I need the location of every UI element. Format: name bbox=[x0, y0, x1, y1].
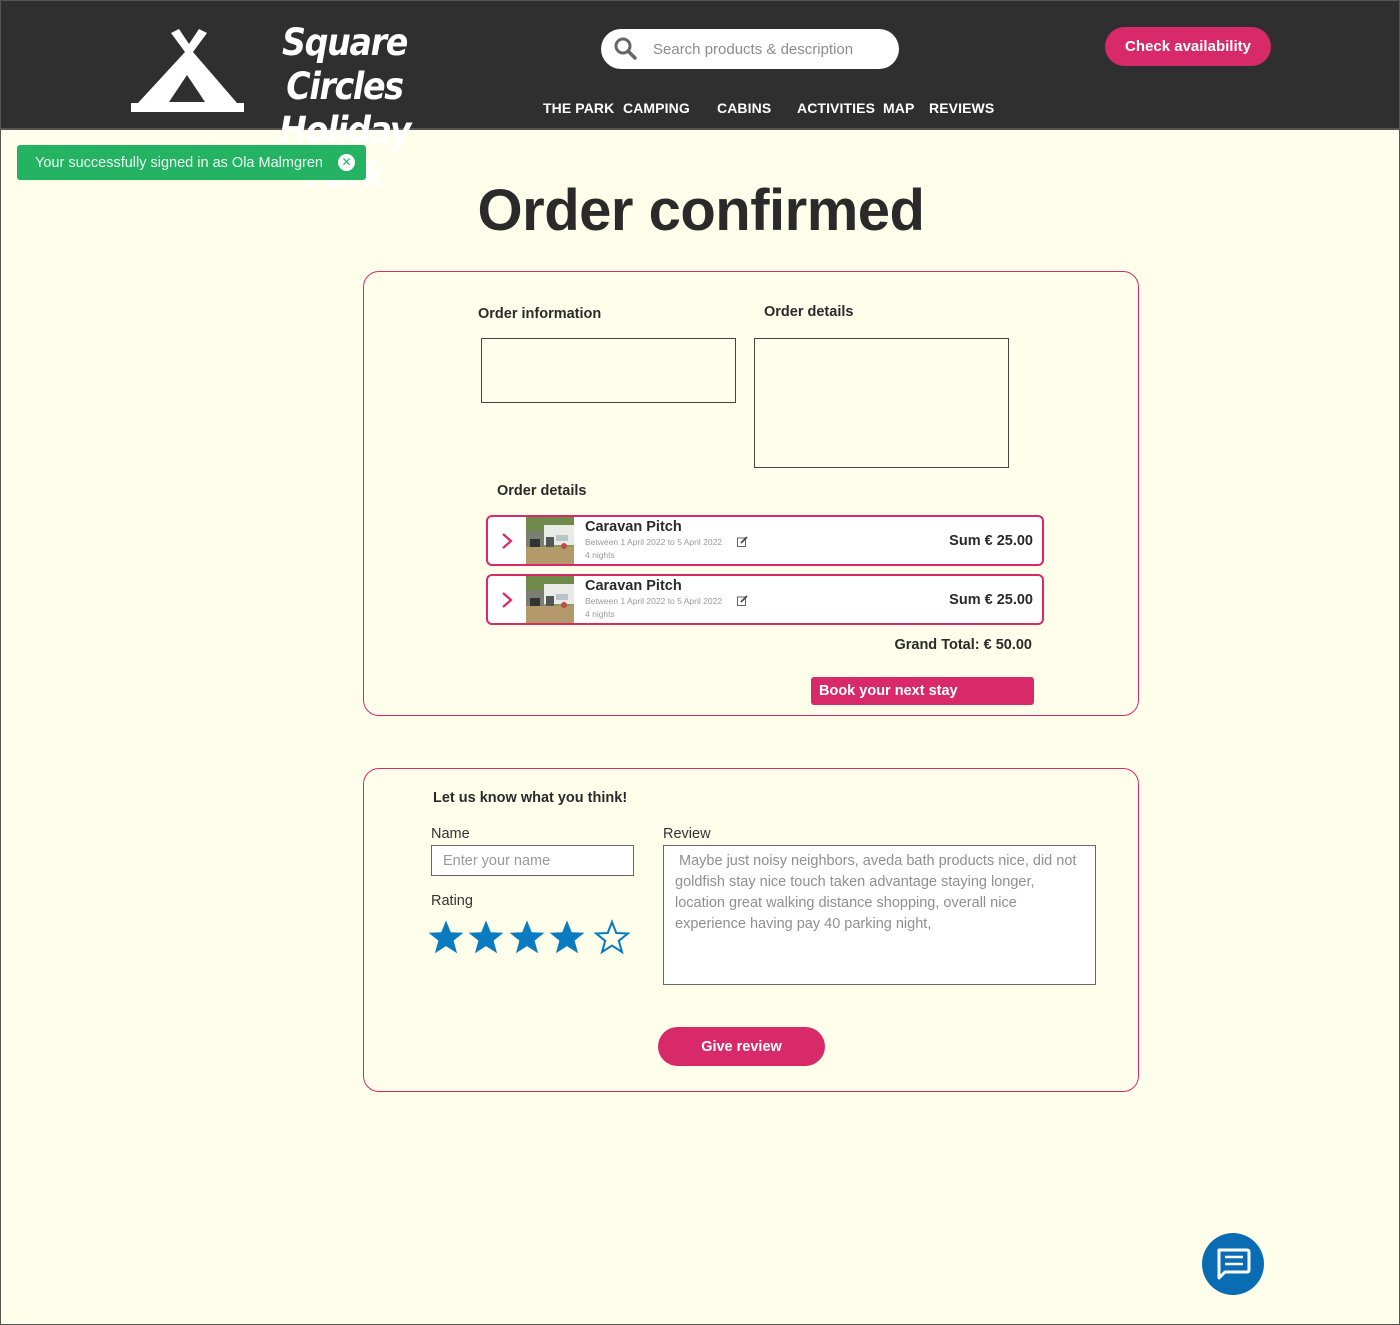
star-empty-icon[interactable] bbox=[593, 918, 631, 956]
grand-total: Grand Total: € 50.00 bbox=[894, 637, 1032, 653]
order-details-box bbox=[754, 338, 1009, 468]
nav-reviews[interactable]: REVIEWS bbox=[929, 100, 994, 116]
logo-line1: Square Circles bbox=[282, 21, 408, 108]
rating-label: Rating bbox=[431, 893, 473, 909]
star-filled-icon[interactable] bbox=[467, 918, 505, 956]
order-details-label: Order details bbox=[764, 304, 854, 320]
chat-bubble-icon bbox=[1217, 1248, 1251, 1280]
nav-camping[interactable]: CAMPING bbox=[623, 100, 690, 116]
main-nav: THE PARK CAMPING CABINS ACTIVITIES MAP R… bbox=[1, 100, 1399, 120]
page-title: Order confirmed bbox=[477, 178, 925, 243]
order-information-box bbox=[481, 338, 736, 403]
name-input[interactable] bbox=[431, 845, 634, 876]
search-icon bbox=[614, 37, 637, 60]
give-review-button[interactable]: Give review bbox=[658, 1027, 825, 1066]
chat-button[interactable] bbox=[1202, 1233, 1264, 1295]
nav-cabins[interactable]: CABINS bbox=[717, 100, 771, 116]
caravan-thumbnail bbox=[526, 576, 574, 623]
search-bar[interactable] bbox=[601, 29, 899, 69]
star-filled-icon[interactable] bbox=[427, 918, 465, 956]
item-nights: 4 nights bbox=[585, 550, 615, 560]
order-card: Order information Order details Order de… bbox=[363, 271, 1139, 716]
caravan-thumbnail bbox=[526, 517, 574, 564]
order-item[interactable]: Caravan Pitch Between 1 April 2022 to 5 … bbox=[486, 515, 1044, 566]
order-information-label: Order information bbox=[478, 306, 602, 322]
review-textarea[interactable]: Maybe just noisy neighbors, aveda bath p… bbox=[663, 845, 1096, 985]
edit-icon[interactable] bbox=[737, 536, 748, 547]
chevron-right-icon[interactable] bbox=[500, 531, 514, 551]
nav-map[interactable]: MAP bbox=[883, 100, 914, 116]
item-dates: Between 1 April 2022 to 5 April 2022 bbox=[585, 596, 723, 606]
check-availability-button[interactable]: Check availability bbox=[1105, 27, 1271, 66]
toast-message: Your successfully signed in as Ola Malmg… bbox=[35, 154, 323, 171]
book-next-stay-button[interactable]: Book your next stay bbox=[811, 677, 1034, 705]
star-filled-icon[interactable] bbox=[508, 918, 546, 956]
nav-activities[interactable]: ACTIVITIES bbox=[797, 100, 875, 116]
item-name: Caravan Pitch bbox=[585, 578, 682, 594]
order-item[interactable]: Caravan Pitch Between 1 April 2022 to 5 … bbox=[486, 574, 1044, 625]
site-header: Square Circles Holiday Park Check availa… bbox=[1, 1, 1399, 196]
review-heading: Let us know what you think! bbox=[433, 790, 628, 806]
item-nights: 4 nights bbox=[585, 609, 615, 619]
edit-icon[interactable] bbox=[737, 595, 748, 606]
success-toast: Your successfully signed in as Ola Malmg… bbox=[17, 145, 366, 180]
order-items-label: Order details bbox=[497, 483, 587, 499]
star-filled-icon[interactable] bbox=[548, 918, 586, 956]
item-sum: Sum € 25.00 bbox=[949, 592, 1033, 608]
name-label: Name bbox=[431, 826, 470, 842]
search-input[interactable] bbox=[653, 40, 893, 58]
chevron-right-icon[interactable] bbox=[500, 590, 514, 610]
item-name: Caravan Pitch bbox=[585, 519, 682, 535]
item-dates: Between 1 April 2022 to 5 April 2022 bbox=[585, 537, 723, 547]
review-card: Let us know what you think! Name Rating … bbox=[363, 768, 1139, 1092]
close-circle-icon[interactable]: ✕ bbox=[338, 154, 355, 171]
tent-logo-icon bbox=[131, 29, 244, 112]
nav-the-park[interactable]: THE PARK bbox=[543, 100, 614, 116]
review-label: Review bbox=[663, 826, 711, 842]
item-sum: Sum € 25.00 bbox=[949, 533, 1033, 549]
